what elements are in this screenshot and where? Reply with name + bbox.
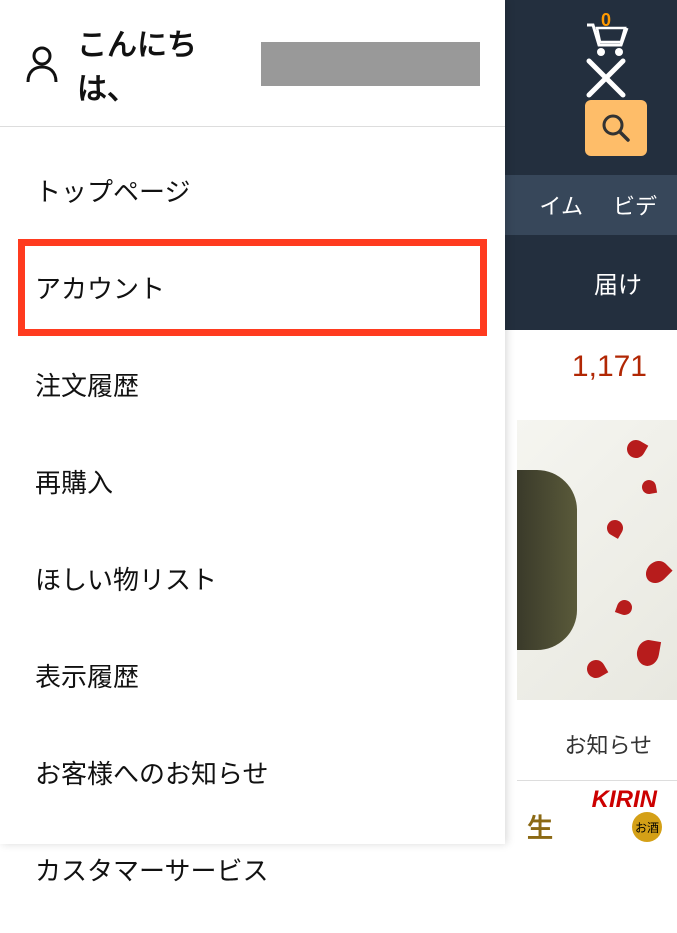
cart-count: 0 — [601, 10, 611, 31]
search-button[interactable] — [585, 100, 647, 156]
cart-icon[interactable]: 0 — [581, 10, 631, 60]
side-drawer: こんにちは、 トップページ アカウント 注文履歴 再購入 ほしい物リスト 表示履… — [0, 0, 505, 844]
menu-item-notifications[interactable]: お客様へのお知らせ — [0, 724, 505, 821]
menu-item-top[interactable]: トップページ — [0, 142, 505, 239]
menu-item-history[interactable]: 表示履歴 — [0, 627, 505, 724]
bg-price: 1,171 — [572, 350, 647, 384]
ad-brand-text: KIRIN — [592, 786, 657, 814]
username-redacted — [261, 42, 480, 86]
greeting-text: こんにちは、 — [77, 20, 480, 108]
menu-item-account[interactable]: アカウント — [18, 239, 487, 336]
close-icon[interactable] — [583, 55, 629, 101]
menu-item-customer-service[interactable]: カスタマーサービス — [0, 821, 505, 918]
bg-advertisement[interactable]: KIRIN 生 お酒 — [517, 780, 677, 850]
nav-item[interactable]: ビデ — [613, 189, 657, 221]
nav-item[interactable]: イム — [539, 189, 583, 221]
menu-item-orders[interactable]: 注文履歴 — [0, 336, 505, 433]
bg-decorative-image — [517, 420, 677, 700]
ad-main-text: 生 — [527, 808, 553, 845]
menu-item-wishlist[interactable]: ほしい物リスト — [0, 530, 505, 627]
bg-notice-text: お知らせ — [564, 728, 652, 760]
ad-badge: お酒 — [632, 812, 662, 842]
drawer-header[interactable]: こんにちは、 — [0, 0, 505, 127]
drawer-menu-list: トップページ アカウント 注文履歴 再購入 ほしい物リスト 表示履歴 お客様への… — [0, 127, 505, 933]
subnav-text[interactable]: 届け — [594, 265, 642, 300]
greeting-prefix: こんにちは、 — [77, 20, 253, 108]
menu-item-buy-again[interactable]: 再購入 — [0, 433, 505, 530]
user-icon — [25, 45, 59, 83]
